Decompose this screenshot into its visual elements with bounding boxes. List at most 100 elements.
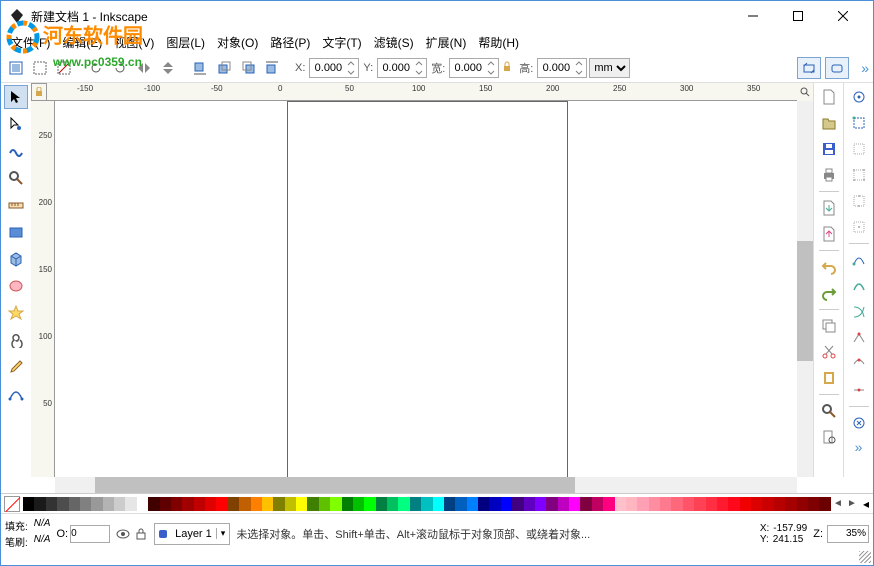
menu-ext[interactable]: 扩展(N) xyxy=(420,32,473,53)
color-swatch[interactable] xyxy=(774,497,785,511)
snap-cusp-icon[interactable] xyxy=(849,328,869,348)
color-swatch[interactable] xyxy=(194,497,205,511)
menu-help[interactable]: 帮助(H) xyxy=(472,32,525,53)
deselect-button[interactable] xyxy=(53,57,75,79)
color-swatch[interactable] xyxy=(671,497,682,511)
color-swatch[interactable] xyxy=(171,497,182,511)
color-swatch[interactable] xyxy=(717,497,728,511)
flip-v-button[interactable] xyxy=(157,57,179,79)
color-swatch[interactable] xyxy=(251,497,262,511)
color-swatch[interactable] xyxy=(364,497,375,511)
color-swatch[interactable] xyxy=(626,497,637,511)
color-swatch[interactable] xyxy=(216,497,227,511)
color-swatch[interactable] xyxy=(160,497,171,511)
color-swatch[interactable] xyxy=(603,497,614,511)
3dbox-tool[interactable] xyxy=(4,247,28,271)
open-icon[interactable] xyxy=(819,113,839,133)
color-swatch[interactable] xyxy=(535,497,546,511)
color-swatch[interactable] xyxy=(125,497,136,511)
color-swatch[interactable] xyxy=(649,497,660,511)
vertical-scrollbar[interactable] xyxy=(797,101,813,477)
color-swatch[interactable] xyxy=(410,497,421,511)
export-icon[interactable] xyxy=(819,224,839,244)
color-swatch[interactable] xyxy=(433,497,444,511)
color-swatch[interactable] xyxy=(262,497,273,511)
rotate-ccw-button[interactable] xyxy=(85,57,107,79)
ruler-lock-icon[interactable] xyxy=(31,83,47,101)
color-swatch[interactable] xyxy=(501,497,512,511)
color-swatch[interactable] xyxy=(103,497,114,511)
color-swatch[interactable] xyxy=(751,497,762,511)
save-icon[interactable] xyxy=(819,139,839,159)
toolbar-overflow-icon[interactable]: » xyxy=(861,60,869,76)
color-swatch[interactable] xyxy=(23,497,34,511)
color-swatch[interactable] xyxy=(46,497,57,511)
color-swatch[interactable] xyxy=(569,497,580,511)
color-swatch[interactable] xyxy=(762,497,773,511)
zoom-fit-icon[interactable] xyxy=(819,401,839,421)
tweak-tool[interactable] xyxy=(4,139,28,163)
h-input[interactable] xyxy=(537,58,587,78)
raise-top-button[interactable] xyxy=(189,57,211,79)
rotate-cw-button[interactable] xyxy=(109,57,131,79)
color-swatch[interactable] xyxy=(239,497,250,511)
y-input[interactable] xyxy=(377,58,427,78)
snap-smooth-icon[interactable] xyxy=(849,354,869,374)
bezier-tool[interactable] xyxy=(4,382,28,406)
color-swatch[interactable] xyxy=(296,497,307,511)
color-swatch[interactable] xyxy=(376,497,387,511)
snap-midpoint-icon[interactable] xyxy=(849,380,869,400)
lock-aspect-icon[interactable] xyxy=(501,61,515,75)
color-swatch[interactable] xyxy=(148,497,159,511)
color-swatch[interactable] xyxy=(785,497,796,511)
color-swatch[interactable] xyxy=(637,497,648,511)
menu-layer[interactable]: 图层(L) xyxy=(160,32,211,53)
x-input[interactable] xyxy=(309,58,359,78)
w-input[interactable] xyxy=(449,58,499,78)
node-tool[interactable] xyxy=(4,112,28,136)
snap-path-icon[interactable] xyxy=(849,276,869,296)
color-swatch[interactable] xyxy=(34,497,45,511)
color-swatch[interactable] xyxy=(273,497,284,511)
color-swatch[interactable] xyxy=(467,497,478,511)
opacity-input[interactable] xyxy=(70,525,110,543)
zoom-input[interactable] xyxy=(827,525,869,543)
color-swatch[interactable] xyxy=(57,497,68,511)
canvas[interactable] xyxy=(55,101,797,477)
color-swatch[interactable] xyxy=(228,497,239,511)
color-swatch[interactable] xyxy=(91,497,102,511)
snap-bbox-corner-icon[interactable] xyxy=(849,165,869,185)
snap-bbox-mid-icon[interactable] xyxy=(849,191,869,211)
color-swatch[interactable] xyxy=(819,497,830,511)
horizontal-ruler[interactable]: -150 -100 -50 0 50 100 150 200 250 300 3… xyxy=(47,83,797,101)
select-all-layers-button[interactable] xyxy=(5,57,27,79)
fill-stroke-indicator[interactable]: 填充:N/A 笔刷:N/A xyxy=(5,518,50,549)
color-swatch[interactable] xyxy=(580,497,591,511)
horizontal-scrollbar[interactable] xyxy=(55,477,797,493)
color-swatch[interactable] xyxy=(444,497,455,511)
color-swatch[interactable] xyxy=(615,497,626,511)
no-fill-swatch[interactable] xyxy=(4,496,20,512)
unit-select[interactable]: mm xyxy=(589,58,630,78)
scale-stroke-toggle[interactable] xyxy=(797,57,821,79)
color-swatch[interactable] xyxy=(524,497,535,511)
color-swatch[interactable] xyxy=(285,497,296,511)
flip-h-button[interactable] xyxy=(133,57,155,79)
import-icon[interactable] xyxy=(819,198,839,218)
maximize-button[interactable] xyxy=(775,1,820,31)
color-swatch[interactable] xyxy=(455,497,466,511)
snap-other-icon[interactable] xyxy=(849,413,869,433)
lower-button[interactable] xyxy=(237,57,259,79)
layer-selector[interactable]: Layer 1 ▾ xyxy=(154,523,230,545)
palette-menu-icon[interactable]: ◂ xyxy=(859,497,873,511)
star-tool[interactable] xyxy=(4,301,28,325)
color-swatch[interactable] xyxy=(694,497,705,511)
minimize-button[interactable] xyxy=(730,1,775,31)
color-swatch[interactable] xyxy=(683,497,694,511)
color-swatch[interactable] xyxy=(558,497,569,511)
zoom-corner-icon[interactable] xyxy=(797,83,813,101)
zoom-tool[interactable] xyxy=(4,166,28,190)
color-swatch[interactable] xyxy=(421,497,432,511)
spiral-tool[interactable] xyxy=(4,328,28,352)
snap-intersect-icon[interactable] xyxy=(849,302,869,322)
